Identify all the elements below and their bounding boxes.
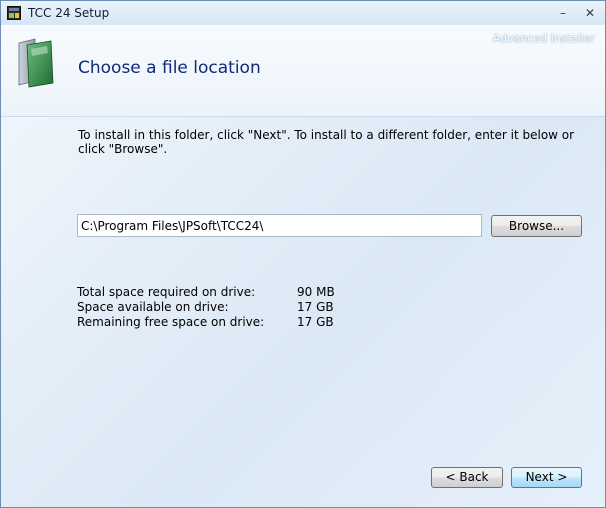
page-header: Advanced Installer Choose a file locatio… <box>1 25 605 117</box>
install-path-input[interactable] <box>77 214 482 237</box>
space-label: Total space required on drive: <box>77 285 256 299</box>
browse-button[interactable]: Browse... <box>491 215 582 237</box>
back-button[interactable]: < Back <box>431 467 503 488</box>
next-button[interactable]: Next > <box>511 467 582 488</box>
space-label: Space available on drive: <box>77 300 229 314</box>
space-value: 90 MB <box>297 285 335 299</box>
setup-app-icon <box>7 6 21 20</box>
window-title: TCC 24 Setup <box>28 6 110 20</box>
space-label: Remaining free space on drive: <box>77 315 265 329</box>
folder-icon <box>18 38 54 88</box>
setup-window: TCC 24 Setup – ✕ Advanced Installer Choo… <box>0 0 606 508</box>
brand-watermark: Advanced Installer <box>492 32 595 45</box>
space-value: 17 GB <box>297 315 334 329</box>
page-title: Choose a file location <box>78 58 261 78</box>
instructions-text: To install in this folder, click "Next".… <box>78 128 575 156</box>
minimize-button[interactable]: – <box>553 5 573 21</box>
close-button[interactable]: ✕ <box>580 5 600 21</box>
space-value: 17 GB <box>297 300 334 314</box>
title-bar[interactable]: TCC 24 Setup – ✕ <box>1 1 605 25</box>
